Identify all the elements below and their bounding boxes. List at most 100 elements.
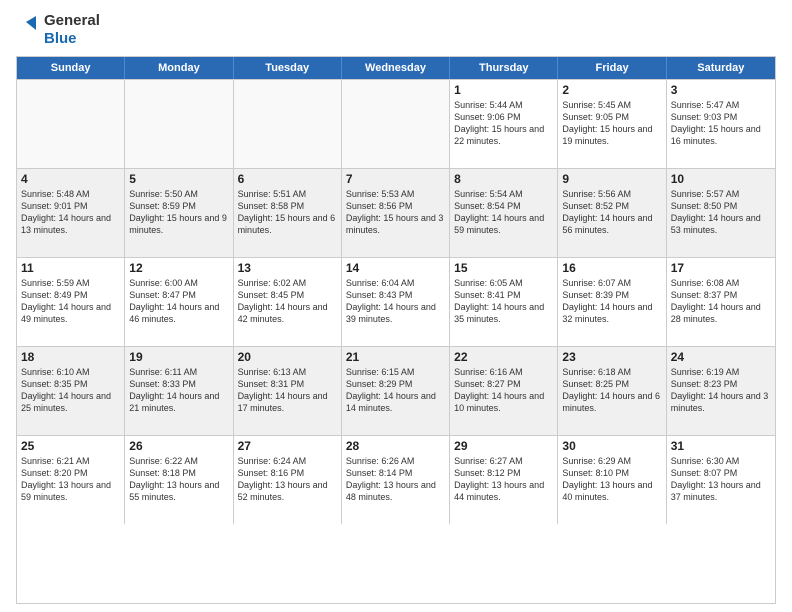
day-info: Sunrise: 6:10 AMSunset: 8:35 PMDaylight:…: [21, 366, 120, 415]
calendar-cell-r5-c6: 30 Sunrise: 6:29 AMSunset: 8:10 PMDayligh…: [558, 436, 666, 524]
calendar-cell-r1-c2: [125, 80, 233, 168]
day-number: 19: [129, 350, 228, 364]
day-info: Sunrise: 5:50 AMSunset: 8:59 PMDaylight:…: [129, 188, 228, 237]
day-number: 2: [562, 83, 661, 97]
calendar-row-5: 25 Sunrise: 6:21 AMSunset: 8:20 PMDayligh…: [17, 435, 775, 524]
day-info: Sunrise: 6:26 AMSunset: 8:14 PMDaylight:…: [346, 455, 445, 504]
day-info: Sunrise: 5:54 AMSunset: 8:54 PMDaylight:…: [454, 188, 553, 237]
day-info: Sunrise: 6:21 AMSunset: 8:20 PMDaylight:…: [21, 455, 120, 504]
calendar-cell-r5-c4: 28 Sunrise: 6:26 AMSunset: 8:14 PMDayligh…: [342, 436, 450, 524]
day-number: 7: [346, 172, 445, 186]
day-info: Sunrise: 5:51 AMSunset: 8:58 PMDaylight:…: [238, 188, 337, 237]
day-number: 6: [238, 172, 337, 186]
logo-bird-icon: [16, 12, 38, 48]
day-info: Sunrise: 6:08 AMSunset: 8:37 PMDaylight:…: [671, 277, 771, 326]
page: General Blue Sunday Monday Tuesday Wedne…: [0, 0, 792, 612]
day-number: 20: [238, 350, 337, 364]
calendar-header: Sunday Monday Tuesday Wednesday Thursday…: [17, 57, 775, 79]
header-thursday: Thursday: [450, 57, 558, 79]
calendar-cell-r5-c3: 27Sunrise: 6:24 AMSunset: 8:16 PMDayligh…: [234, 436, 342, 524]
day-info: Sunrise: 5:56 AMSunset: 8:52 PMDaylight:…: [562, 188, 661, 237]
day-info: Sunrise: 6:15 AMSunset: 8:29 PMDaylight:…: [346, 366, 445, 415]
day-info: Sunrise: 6:16 AMSunset: 8:27 PMDaylight:…: [454, 366, 553, 415]
day-number: 29: [454, 439, 553, 453]
day-number: 8: [454, 172, 553, 186]
calendar-row-4: 18 Sunrise: 6:10 AMSunset: 8:35 PMDayligh…: [17, 346, 775, 435]
calendar-cell-r4-c4: 21 Sunrise: 6:15 AMSunset: 8:29 PMDayligh…: [342, 347, 450, 435]
day-number: 28: [346, 439, 445, 453]
day-number: 18: [21, 350, 120, 364]
day-number: 25: [21, 439, 120, 453]
day-info: Sunrise: 5:45 AMSunset: 9:05 PMDaylight:…: [562, 99, 661, 148]
day-info: Sunrise: 6:18 AMSunset: 8:25 PMDaylight:…: [562, 366, 661, 415]
day-info: Sunrise: 6:27 AMSunset: 8:12 PMDaylight:…: [454, 455, 553, 504]
day-info: Sunrise: 6:05 AMSunset: 8:41 PMDaylight:…: [454, 277, 553, 326]
day-number: 15: [454, 261, 553, 275]
day-number: 27: [238, 439, 337, 453]
calendar: Sunday Monday Tuesday Wednesday Thursday…: [16, 56, 776, 604]
day-number: 31: [671, 439, 771, 453]
header-monday: Monday: [125, 57, 233, 79]
calendar-cell-r3-c3: 13Sunrise: 6:02 AMSunset: 8:45 PMDayligh…: [234, 258, 342, 346]
day-info: Sunrise: 5:47 AMSunset: 9:03 PMDaylight:…: [671, 99, 771, 148]
calendar-cell-r2-c5: 8 Sunrise: 5:54 AMSunset: 8:54 PMDaylight…: [450, 169, 558, 257]
day-number: 13: [238, 261, 337, 275]
header-wednesday: Wednesday: [342, 57, 450, 79]
day-number: 21: [346, 350, 445, 364]
calendar-cell-r3-c1: 11Sunrise: 5:59 AMSunset: 8:49 PMDayligh…: [17, 258, 125, 346]
calendar-cell-r4-c3: 20Sunrise: 6:13 AMSunset: 8:31 PMDayligh…: [234, 347, 342, 435]
calendar-cell-r5-c5: 29 Sunrise: 6:27 AMSunset: 8:12 PMDayligh…: [450, 436, 558, 524]
calendar-cell-r5-c7: 31 Sunrise: 6:30 AMSunset: 8:07 PMDayligh…: [667, 436, 775, 524]
header: General Blue: [16, 12, 776, 48]
day-number: 12: [129, 261, 228, 275]
day-info: Sunrise: 5:44 AMSunset: 9:06 PMDaylight:…: [454, 99, 553, 148]
calendar-cell-r2-c4: 7 Sunrise: 5:53 AMSunset: 8:56 PMDaylight…: [342, 169, 450, 257]
day-number: 5: [129, 172, 228, 186]
calendar-cell-r3-c5: 15 Sunrise: 6:05 AMSunset: 8:41 PMDayligh…: [450, 258, 558, 346]
calendar-cell-r1-c4: [342, 80, 450, 168]
day-number: 22: [454, 350, 553, 364]
day-info: Sunrise: 6:29 AMSunset: 8:10 PMDaylight:…: [562, 455, 661, 504]
day-info: Sunrise: 6:04 AMSunset: 8:43 PMDaylight:…: [346, 277, 445, 326]
day-info: Sunrise: 6:22 AMSunset: 8:18 PMDaylight:…: [129, 455, 228, 504]
day-number: 30: [562, 439, 661, 453]
calendar-cell-r2-c2: 5 Sunrise: 5:50 AMSunset: 8:59 PMDaylight…: [125, 169, 233, 257]
logo-blue: Blue: [44, 30, 100, 48]
calendar-cell-r3-c7: 17 Sunrise: 6:08 AMSunset: 8:37 PMDayligh…: [667, 258, 775, 346]
day-info: Sunrise: 6:11 AMSunset: 8:33 PMDaylight:…: [129, 366, 228, 415]
day-info: Sunrise: 5:53 AMSunset: 8:56 PMDaylight:…: [346, 188, 445, 237]
day-number: 16: [562, 261, 661, 275]
day-number: 24: [671, 350, 771, 364]
calendar-cell-r4-c6: 23Sunrise: 6:18 AMSunset: 8:25 PMDayligh…: [558, 347, 666, 435]
day-number: 9: [562, 172, 661, 186]
header-sunday: Sunday: [17, 57, 125, 79]
day-info: Sunrise: 6:19 AMSunset: 8:23 PMDaylight:…: [671, 366, 771, 415]
calendar-cell-r1-c5: 1Sunrise: 5:44 AMSunset: 9:06 PMDaylight…: [450, 80, 558, 168]
calendar-cell-r5-c1: 25 Sunrise: 6:21 AMSunset: 8:20 PMDayligh…: [17, 436, 125, 524]
calendar-cell-r1-c6: 2 Sunrise: 5:45 AMSunset: 9:05 PMDaylight…: [558, 80, 666, 168]
calendar-body: 1Sunrise: 5:44 AMSunset: 9:06 PMDaylight…: [17, 79, 775, 524]
day-number: 4: [21, 172, 120, 186]
calendar-cell-r1-c3: [234, 80, 342, 168]
calendar-row-1: 1Sunrise: 5:44 AMSunset: 9:06 PMDaylight…: [17, 79, 775, 168]
calendar-cell-r1-c7: 3 Sunrise: 5:47 AMSunset: 9:03 PMDaylight…: [667, 80, 775, 168]
day-info: Sunrise: 5:48 AMSunset: 9:01 PMDaylight:…: [21, 188, 120, 237]
calendar-cell-r3-c6: 16Sunrise: 6:07 AMSunset: 8:39 PMDayligh…: [558, 258, 666, 346]
day-info: Sunrise: 6:30 AMSunset: 8:07 PMDaylight:…: [671, 455, 771, 504]
header-saturday: Saturday: [667, 57, 775, 79]
calendar-cell-r2-c7: 10 Sunrise: 5:57 AMSunset: 8:50 PMDayligh…: [667, 169, 775, 257]
day-info: Sunrise: 5:59 AMSunset: 8:49 PMDaylight:…: [21, 277, 120, 326]
calendar-cell-r1-c1: [17, 80, 125, 168]
day-number: 17: [671, 261, 771, 275]
calendar-cell-r3-c4: 14 Sunrise: 6:04 AMSunset: 8:43 PMDayligh…: [342, 258, 450, 346]
calendar-cell-r5-c2: 26 Sunrise: 6:22 AMSunset: 8:18 PMDayligh…: [125, 436, 233, 524]
calendar-cell-r4-c5: 22 Sunrise: 6:16 AMSunset: 8:27 PMDayligh…: [450, 347, 558, 435]
calendar-row-3: 11Sunrise: 5:59 AMSunset: 8:49 PMDayligh…: [17, 257, 775, 346]
day-number: 14: [346, 261, 445, 275]
calendar-cell-r2-c3: 6 Sunrise: 5:51 AMSunset: 8:58 PMDaylight…: [234, 169, 342, 257]
day-number: 10: [671, 172, 771, 186]
day-number: 26: [129, 439, 228, 453]
day-info: Sunrise: 5:57 AMSunset: 8:50 PMDaylight:…: [671, 188, 771, 237]
calendar-cell-r3-c2: 12Sunrise: 6:00 AMSunset: 8:47 PMDayligh…: [125, 258, 233, 346]
day-number: 3: [671, 83, 771, 97]
